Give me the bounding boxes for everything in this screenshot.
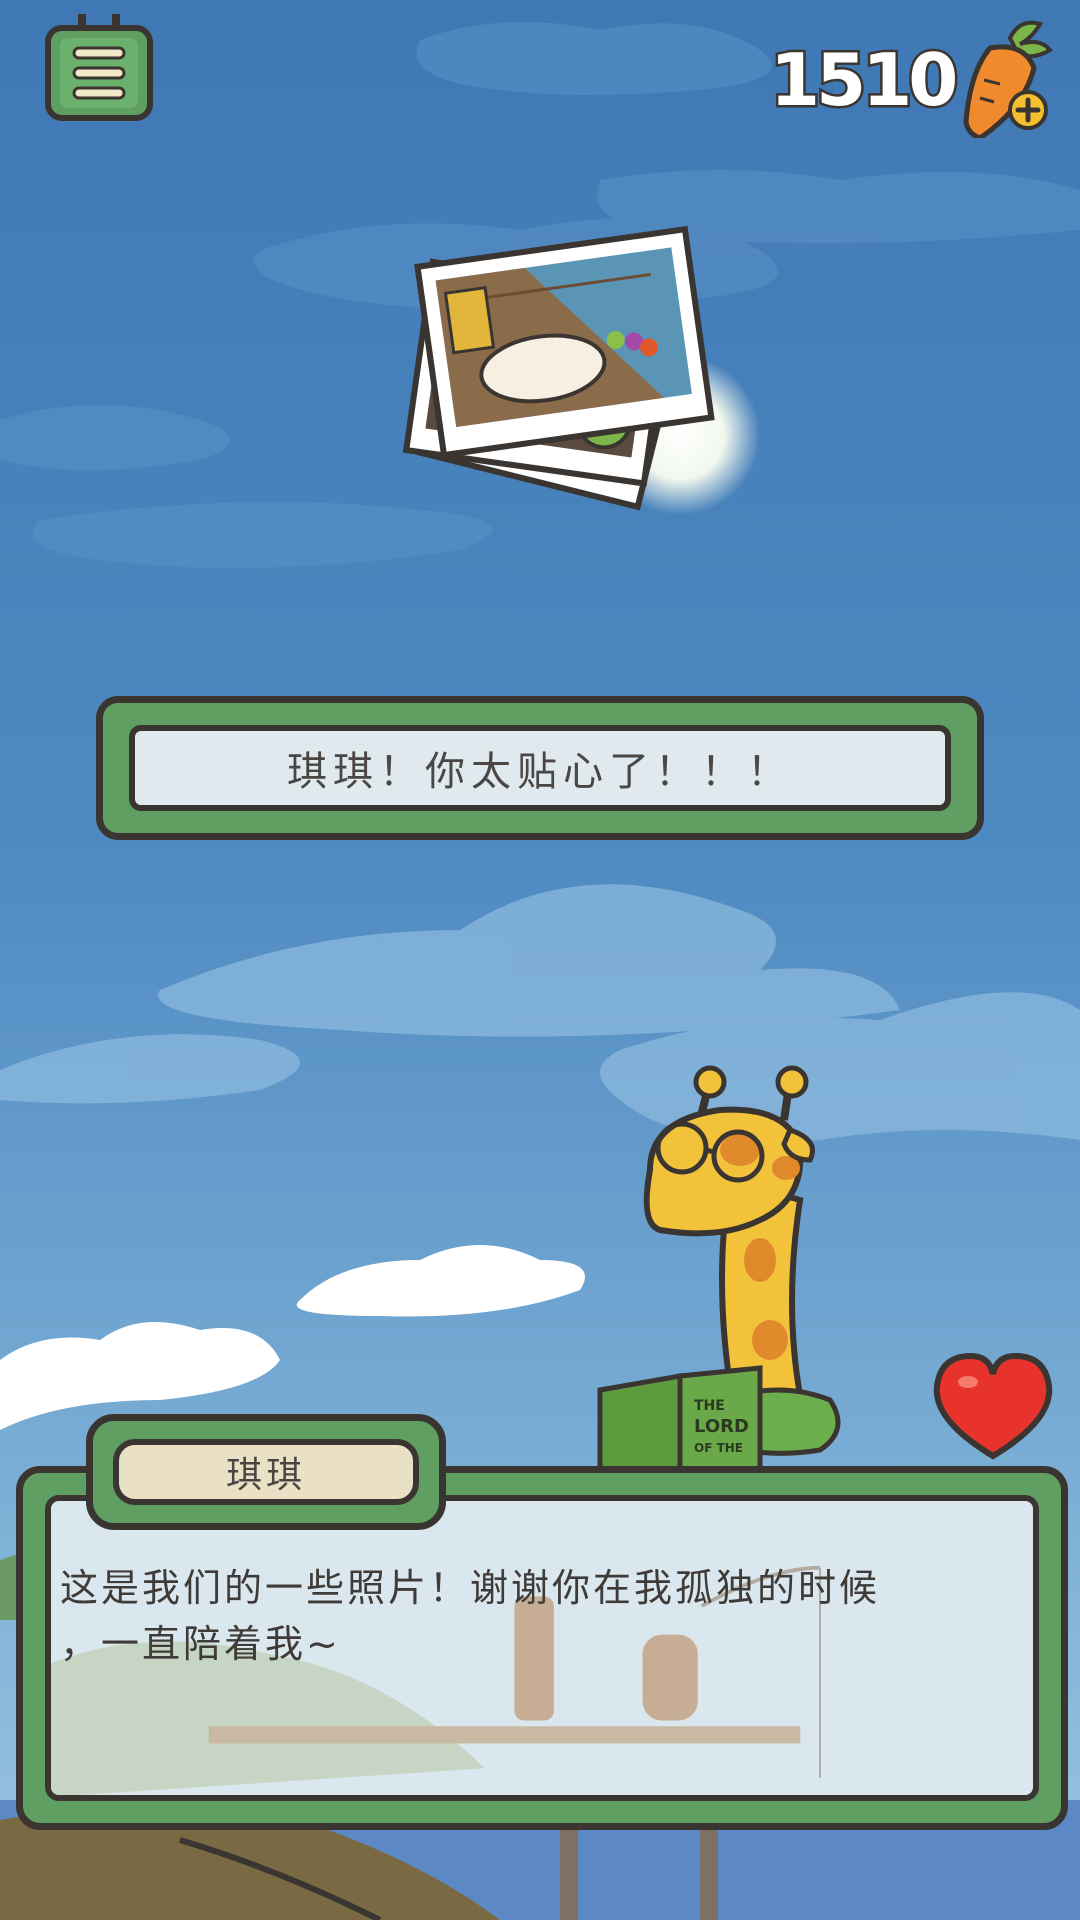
svg-text:LORD: LORD xyxy=(694,1416,749,1437)
svg-text:OF THE: OF THE xyxy=(694,1441,743,1455)
speaker-name-panel: 琪琪 xyxy=(113,1439,419,1505)
banner-text: 琪琪！你太贴心了！！！ xyxy=(287,749,793,795)
photo-stack-icon[interactable] xyxy=(390,225,770,545)
dialog-line-1: 这是我们的一些照片！谢谢你在我孤独的时候 xyxy=(60,1566,881,1610)
heart-icon[interactable] xyxy=(930,1352,1056,1464)
giraffe-character: THE LORD OF THE xyxy=(597,1065,841,1479)
dialog-text: 这是我们的一些照片！谢谢你在我孤独的时候 ，一直陪着我~ xyxy=(60,1560,1000,1672)
dialog-line-2: ，一直陪着我~ xyxy=(60,1622,341,1666)
speaker-name-tab: 琪琪 xyxy=(86,1414,446,1530)
carrot-count: 1510 xyxy=(768,36,961,125)
message-banner: 琪琪！你太贴心了！！！ xyxy=(96,696,984,840)
svg-text:THE: THE xyxy=(694,1398,725,1414)
menu-list-icon[interactable] xyxy=(44,14,154,122)
speaker-name: 琪琪 xyxy=(225,1455,306,1496)
carrot-plus-icon[interactable] xyxy=(950,18,1060,138)
message-banner-inner: 琪琪！你太贴心了！！！ xyxy=(129,725,951,811)
